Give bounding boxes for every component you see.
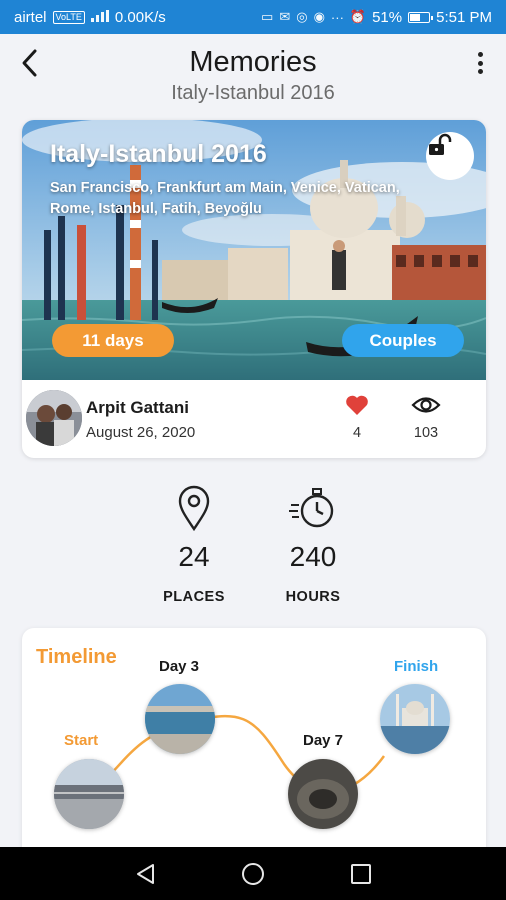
timeline-stop-label-day3: Day 3 [159,658,200,675]
heart-icon [346,395,368,415]
system-navigation-bar [0,847,506,900]
laptop-icon: ▭ [261,9,274,24]
dot-icon [477,60,483,66]
stop-photo [288,759,358,829]
network-speed: 0.00K/s [114,8,166,26]
volte-badge: VoLTE [52,10,85,24]
page-title: Memories [189,46,317,78]
nav-back-button[interactable] [130,859,160,889]
places-stat: 24 PLACES [134,484,254,605]
trip-duration-badge: 11 days [52,324,174,357]
carrier-name: airtel [14,8,47,26]
hours-count: 240 [289,541,337,572]
stop-photo [54,759,124,829]
circle-home-icon [242,863,264,885]
hours-label: HOURS [285,589,341,605]
whatsapp-icon: ◎ [296,9,308,24]
status-bar: airtel VoLTE 0.00K/s ▭ ✉ ◎ ◉ ··· ⏰ 51% 5… [0,0,506,34]
more-options-button[interactable] [470,48,490,78]
trip-title: Italy-Istanbul 2016 [50,140,267,168]
notification-icon: ✉ [279,9,291,24]
hours-stat: 240 HOURS [253,484,373,605]
nav-home-button[interactable] [238,859,268,889]
header: Memories Italy-Istanbul 2016 [0,34,506,114]
alarm-icon: ⏰ [349,9,367,24]
nav-recents-button[interactable] [346,859,376,889]
stop-photo [145,684,215,754]
triangle-back-icon [137,864,154,884]
trip-cities: San Francisco, Frankfurt am Main, Venice… [50,180,400,217]
clock: 5:51 PM [436,8,492,26]
page-subtitle: Italy-Istanbul 2016 [171,82,335,104]
like-button[interactable]: 4 [342,394,372,441]
places-label: PLACES [163,589,225,605]
timeline-stop-finish[interactable] [380,684,450,754]
places-count: 24 [178,541,210,572]
more-notifications-icon: ··· [330,9,344,25]
trip-card[interactable]: Italy-Istanbul 2016 San Francisco, Frank… [22,120,486,458]
privacy-toggle-button[interactable] [426,132,474,180]
battery-icon [408,11,434,23]
trip-date: August 26, 2020 [86,424,196,441]
location-pin-icon [178,485,210,531]
dot-icon [477,52,483,57]
hotspot-icon: ◉ [313,9,325,24]
stop-photo [380,684,450,754]
eye-icon [411,397,441,413]
square-recents-icon [351,864,371,884]
battery-percent: 51% [372,8,403,26]
timeline-stop-day3[interactable] [145,684,215,754]
timeline-stop-label-finish: Finish [394,658,439,675]
avatar[interactable] [26,390,82,446]
timeline-stop-label-start: Start [64,732,99,749]
travel-type-badge: Couples [342,324,464,357]
timeline-stop-label-day7: Day 7 [303,732,344,749]
timeline-stop-day7[interactable] [288,759,358,829]
dot-icon [477,69,483,74]
stopwatch-icon [289,488,334,528]
avatar-photo [26,390,82,446]
timeline-stop-start[interactable] [54,759,124,829]
unlock-icon [429,133,452,155]
author-row: Arpit Gattani August 26, 2020 4 103 [22,380,486,458]
trip-cover-image: Italy-Istanbul 2016 San Francisco, Frank… [22,120,486,380]
timeline-card: Timeline Start Day 3 Day 7 Finish [22,628,486,868]
view-count: 103 [413,425,439,441]
like-count: 4 [352,425,362,441]
views-indicator: 103 [406,394,446,441]
author-name[interactable]: Arpit Gattani [86,398,189,418]
signal-icon [90,9,109,25]
